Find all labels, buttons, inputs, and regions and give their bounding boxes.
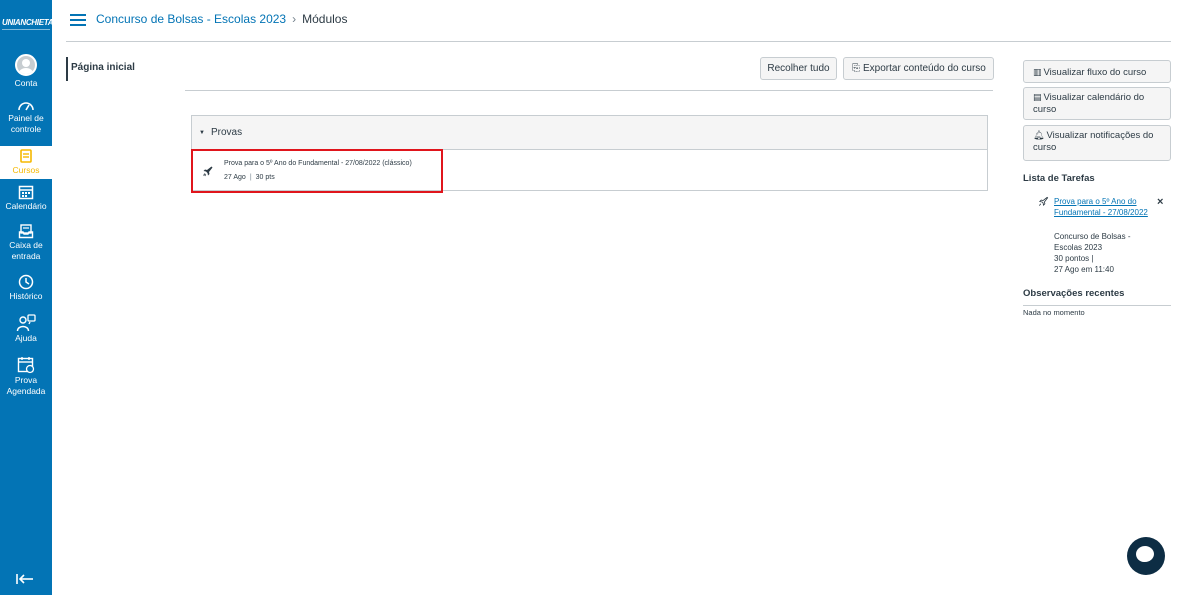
recent-feedback-title: Observações recentes: [1023, 288, 1125, 299]
recent-feedback-empty: Nada no momento: [1023, 308, 1085, 317]
quiz-rocket-icon: [1038, 196, 1049, 207]
calendar-small-icon: ▤: [1033, 92, 1042, 102]
global-nav: UNIANCHIETA Conta Painel de controle Cur…: [0, 0, 54, 595]
chevron-right-icon: ›: [292, 12, 297, 26]
view-course-calendar-button[interactable]: ▤ Visualizar calendário do curso: [1023, 87, 1171, 120]
history-icon: [18, 274, 34, 290]
bell-icon: 🔔︎: [1033, 130, 1045, 140]
chat-bubble-icon[interactable]: [1127, 537, 1165, 575]
nav-calendar[interactable]: Calendário: [0, 184, 52, 212]
nav-courses-label: Cursos: [12, 165, 40, 175]
nav-courses[interactable]: Cursos: [0, 146, 52, 179]
nav-calendar-label: Calendário: [5, 201, 47, 211]
todo-item-date: 27 Ago em 11:40: [1054, 265, 1114, 274]
todo-item-points: 30 pontos |: [1054, 254, 1094, 263]
export-course-content-button[interactable]: ⎘ Exportar conteúdo do curso: [843, 57, 994, 80]
close-icon[interactable]: ×: [1157, 196, 1163, 208]
export-icon: ⎘: [852, 63, 860, 74]
calendar-icon: [18, 185, 34, 200]
scheduled-exam-icon: [17, 357, 35, 374]
view-notifications-label: Visualizar notificações do curso: [1033, 130, 1154, 153]
nav-help[interactable]: Ajuda: [0, 314, 52, 344]
help-icon: [16, 314, 36, 332]
content-divider: [185, 90, 993, 91]
nav-scheduled-exam[interactable]: Prova Agendada: [0, 356, 52, 397]
collapse-nav-icon[interactable]: [16, 572, 34, 588]
school-logo[interactable]: UNIANCHIETA: [2, 16, 54, 30]
module-title: Provas: [210, 127, 243, 138]
nav-history-label: Histórico: [9, 291, 43, 301]
nav-account-label: Conta: [14, 78, 38, 88]
recent-divider: [1023, 305, 1171, 306]
nav-help-label: Ajuda: [15, 333, 37, 343]
bar-chart-icon: ▥: [1033, 67, 1042, 77]
account-icon: [15, 54, 37, 76]
dashboard-icon: [18, 102, 34, 111]
nav-inbox[interactable]: Caixa de entrada: [0, 223, 52, 262]
view-course-notifications-button[interactable]: 🔔︎ Visualizar notificações do curso: [1023, 125, 1171, 161]
todo-item-link[interactable]: Prova para o 5º Ano do Fundamental - 27/…: [1054, 196, 1149, 218]
course-nav-home[interactable]: Página inicial: [66, 57, 135, 81]
nav-history[interactable]: Histórico: [0, 274, 52, 302]
course-nav: Página inicial: [66, 57, 135, 81]
courses-icon: [20, 149, 32, 163]
inbox-icon: [18, 224, 34, 239]
module-header[interactable]: ▼ Provas: [192, 116, 987, 150]
nav-dashboard[interactable]: Painel de controle: [0, 98, 52, 135]
highlight-box: [191, 149, 443, 193]
breadcrumb-course-link[interactable]: Concurso de Bolsas - Escolas 2023: [96, 12, 286, 26]
nav-account[interactable]: Conta: [0, 54, 52, 89]
collapse-all-button[interactable]: Recolher tudo: [760, 57, 837, 80]
nav-dashboard-label: Painel de controle: [8, 113, 44, 134]
todo-item-course: Concurso de Bolsas - Escolas 2023: [1054, 232, 1131, 252]
nav-scheduled-exam-label: Prova Agendada: [6, 375, 46, 396]
view-stream-label: Visualizar fluxo do curso: [1043, 67, 1147, 78]
nav-inbox-label: Caixa de entrada: [9, 240, 43, 261]
breadcrumb-current: Módulos: [302, 12, 348, 26]
breadcrumb: Concurso de Bolsas - Escolas 2023 › Módu…: [96, 12, 347, 26]
todo-list-title: Lista de Tarefas: [1023, 173, 1095, 184]
course-menu-toggle[interactable]: [70, 14, 86, 26]
export-button-label: Exportar conteúdo do curso: [863, 63, 986, 74]
view-calendar-label: Visualizar calendário do curso: [1033, 92, 1145, 115]
caret-down-icon: ▼: [199, 129, 205, 136]
view-course-stream-button[interactable]: ▥ Visualizar fluxo do curso: [1023, 60, 1171, 83]
header-divider: [66, 41, 1171, 42]
